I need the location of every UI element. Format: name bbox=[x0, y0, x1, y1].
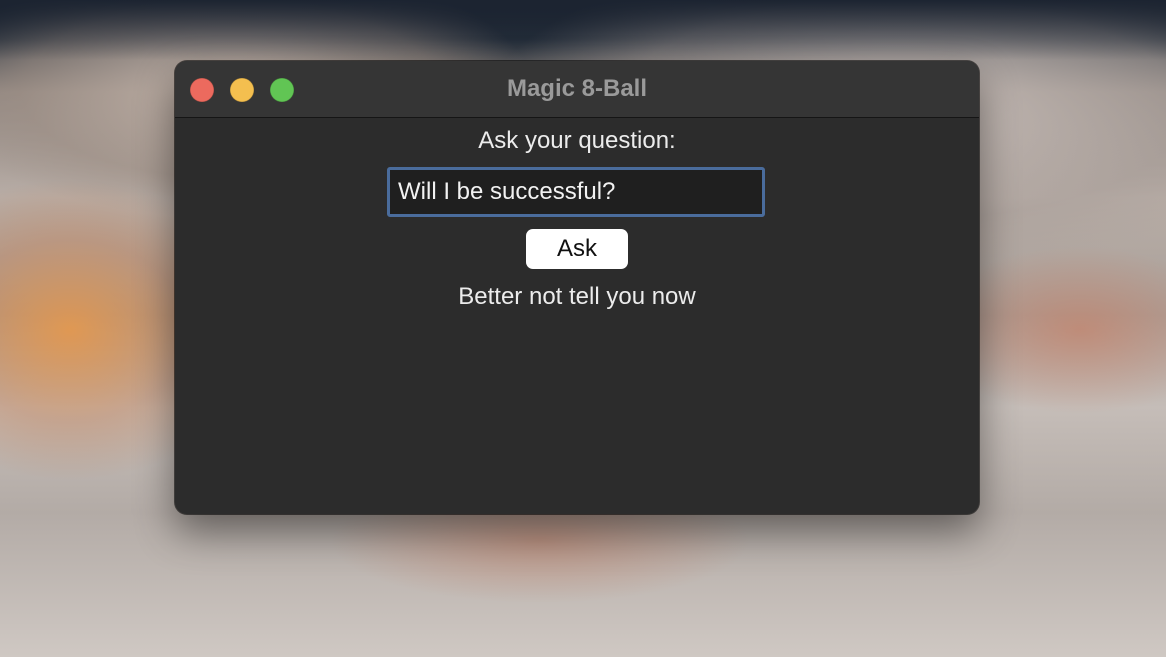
question-input[interactable] bbox=[387, 167, 765, 217]
app-window: Magic 8-Ball Ask your question: Ask Bett… bbox=[175, 61, 979, 514]
title-bar[interactable]: Magic 8-Ball bbox=[175, 61, 979, 118]
answer-text: Better not tell you now bbox=[458, 283, 696, 310]
main-content: Ask your question: Ask Better not tell y… bbox=[175, 118, 979, 514]
window-title: Magic 8-Ball bbox=[506, 75, 648, 102]
desktop-wallpaper bbox=[0, 0, 1166, 60]
question-prompt-label: Ask your question: bbox=[478, 127, 676, 154]
ask-button[interactable]: Ask bbox=[526, 229, 628, 269]
